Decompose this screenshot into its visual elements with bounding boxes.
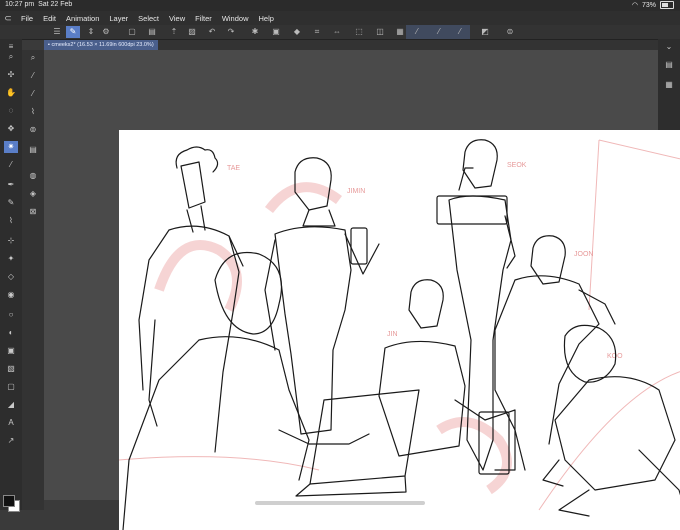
sub-color-icon[interactable]: ◍ (26, 170, 40, 182)
text-icon[interactable]: A (4, 417, 18, 429)
export-icon[interactable]: ▨ (185, 26, 199, 38)
menu-help[interactable]: Help (254, 14, 279, 23)
sub-pencil-icon[interactable]: ⁄ (26, 88, 40, 100)
hand-icon[interactable]: ✋ (4, 87, 18, 99)
auto-select-icon[interactable]: ✷ (4, 141, 18, 153)
menu-bar: ⊂ File Edit Animation Layer Select View … (0, 11, 680, 25)
panel-collapse-icon[interactable]: ⌄ (662, 41, 676, 53)
label-jin: JIN (387, 331, 398, 338)
save-icon[interactable]: ⇡ (167, 26, 181, 38)
sub-tool-palette: ⌕ ⁄ ⁄ ⌇ ⊚ ▤ ◍ ◈ ⊠ (22, 50, 44, 510)
frame-icon[interactable]: ▢ (4, 381, 18, 393)
hamburger-icon[interactable]: ☰ (50, 26, 64, 38)
reference-layer-icon[interactable]: ⊜ (503, 26, 517, 38)
wifi-icon: ◠ (631, 2, 638, 9)
brush-icon[interactable]: ⌇ (4, 215, 18, 227)
crop-icon[interactable]: ⌗ (310, 26, 324, 38)
battery-percent: 73% (641, 1, 656, 9)
stroke-medium-icon[interactable]: ⁄ (432, 26, 446, 38)
menu-window[interactable]: Window (217, 14, 254, 23)
menu-select[interactable]: Select (133, 14, 164, 23)
main-color-swatch[interactable] (3, 495, 15, 507)
flip-icon[interactable]: ⇔ (330, 26, 344, 38)
undo-icon[interactable]: ↶ (205, 26, 219, 38)
figure-icon[interactable]: ▧ (4, 363, 18, 375)
zoom-icon[interactable]: ⌕ (4, 51, 18, 63)
label-tae: TAE (227, 165, 240, 172)
clear-icon[interactable]: ▣ (269, 26, 283, 38)
operation-icon[interactable]: ✥ (4, 123, 18, 135)
stroke-sharp-icon[interactable]: ⁄ (410, 26, 424, 38)
fill-command-icon[interactable]: ◆ (290, 26, 304, 38)
label-jimin: JIMIN (347, 188, 365, 195)
figure-tae (138, 146, 244, 453)
open-icon[interactable]: ▤ (145, 26, 159, 38)
gradient-icon[interactable]: ▣ (4, 345, 18, 357)
menu-edit[interactable]: Edit (38, 14, 61, 23)
sub-settings-icon[interactable]: ⊚ (26, 124, 40, 136)
deselect-icon[interactable]: ⬚ (352, 26, 366, 38)
sub-zoom-icon[interactable]: ⌕ (26, 52, 40, 64)
document-tab-strip: ▪ cmeeks2* (16.53 × 11.69in 600dpi 23.0%… (44, 40, 658, 50)
tool-palette: ≡ ⌕ ✣ ✋ ◌ ✥ ✷ ⁄ ✒ ✎ ⌇ ⊹ ✦ ◇ ◉ ○ ◐ ▣ ▧ ▢ … (0, 39, 22, 512)
figure-laptop-user (122, 252, 420, 530)
sub-pen-icon[interactable]: ⁄ (26, 70, 40, 82)
canvas-area[interactable]: TAE JIMIN SEOK JOON JIN KOO (44, 50, 680, 530)
drawing-canvas[interactable]: TAE JIMIN SEOK JOON JIN KOO (119, 130, 680, 530)
eyedropper-icon[interactable]: ⁄ (4, 159, 18, 171)
stepper-icon[interactable]: ⇕ (84, 26, 98, 38)
blend-icon[interactable]: ◉ (4, 289, 18, 301)
menu-filter[interactable]: Filter (190, 14, 217, 23)
sub-brush-icon[interactable]: ⌇ (26, 106, 40, 118)
settings-icon[interactable]: ⚙ (99, 26, 113, 38)
sketch-artwork: TAE JIMIN SEOK JOON JIN KOO (119, 139, 680, 530)
redo-icon[interactable]: ↷ (224, 26, 238, 38)
eraser-icon[interactable]: ◇ (4, 271, 18, 283)
balloon-icon[interactable]: ○ (4, 309, 18, 321)
stroke-smooth-icon[interactable]: ⁄ (453, 26, 467, 38)
airbrush-icon[interactable]: ⊹ (4, 235, 18, 247)
selection-border-icon[interactable]: ▦ (393, 26, 407, 38)
menu-view[interactable]: View (164, 14, 190, 23)
move-icon[interactable]: ✣ (4, 69, 18, 81)
pen-icon[interactable]: ✒ (4, 179, 18, 191)
menu-animation[interactable]: Animation (61, 14, 104, 23)
app-logo-icon[interactable]: ⊂ (0, 13, 16, 24)
document-tab[interactable]: ▪ cmeeks2* (16.53 × 11.69in 600dpi 23.0%… (44, 40, 158, 50)
properties-icon[interactable]: ▦ (662, 79, 676, 91)
lasso-icon[interactable]: ◌ (4, 105, 18, 117)
layers-icon[interactable]: ▤ (662, 59, 676, 71)
new-file-icon[interactable]: ▢ (125, 26, 139, 38)
decorate-icon[interactable]: ✦ (4, 253, 18, 265)
ruler-icon[interactable]: ◢ (4, 399, 18, 411)
menu-file[interactable]: File (16, 14, 38, 23)
command-bar: ☰ ✎ ⇕ ⚙ ▢ ▤ ⇡ ▨ ↶ ↷ ✱ ▣ ◆ ⌗ ⇔ ⬚ ◫ ▦ ⁄ ⁄ … (0, 25, 680, 40)
ios-status-bar: 10:27 pm Sat 22 Feb ◠ 73% (0, 0, 680, 11)
label-joon: JOON (574, 251, 593, 258)
sub-layer-icon[interactable]: ▤ (26, 144, 40, 156)
menu-layer[interactable]: Layer (104, 14, 133, 23)
status-time: 10:27 pm Sat 22 Feb (5, 1, 73, 8)
battery-icon (660, 1, 674, 9)
home-indicator (255, 501, 425, 505)
sub-close-icon[interactable]: ⊠ (26, 206, 40, 218)
figure-joon (494, 235, 616, 471)
sub-stack-icon[interactable]: ◈ (26, 188, 40, 200)
sub-tool-icon[interactable]: ✎ (66, 26, 80, 38)
transform-icon[interactable]: ✱ (248, 26, 262, 38)
pencil-icon[interactable]: ✎ (4, 197, 18, 209)
label-seok: SEOK (507, 162, 527, 169)
snap-icon[interactable]: ◩ (478, 26, 492, 38)
line-correction-icon[interactable]: ↗ (4, 435, 18, 447)
invert-selection-icon[interactable]: ◫ (373, 26, 387, 38)
fill-icon[interactable]: ◐ (4, 327, 18, 339)
